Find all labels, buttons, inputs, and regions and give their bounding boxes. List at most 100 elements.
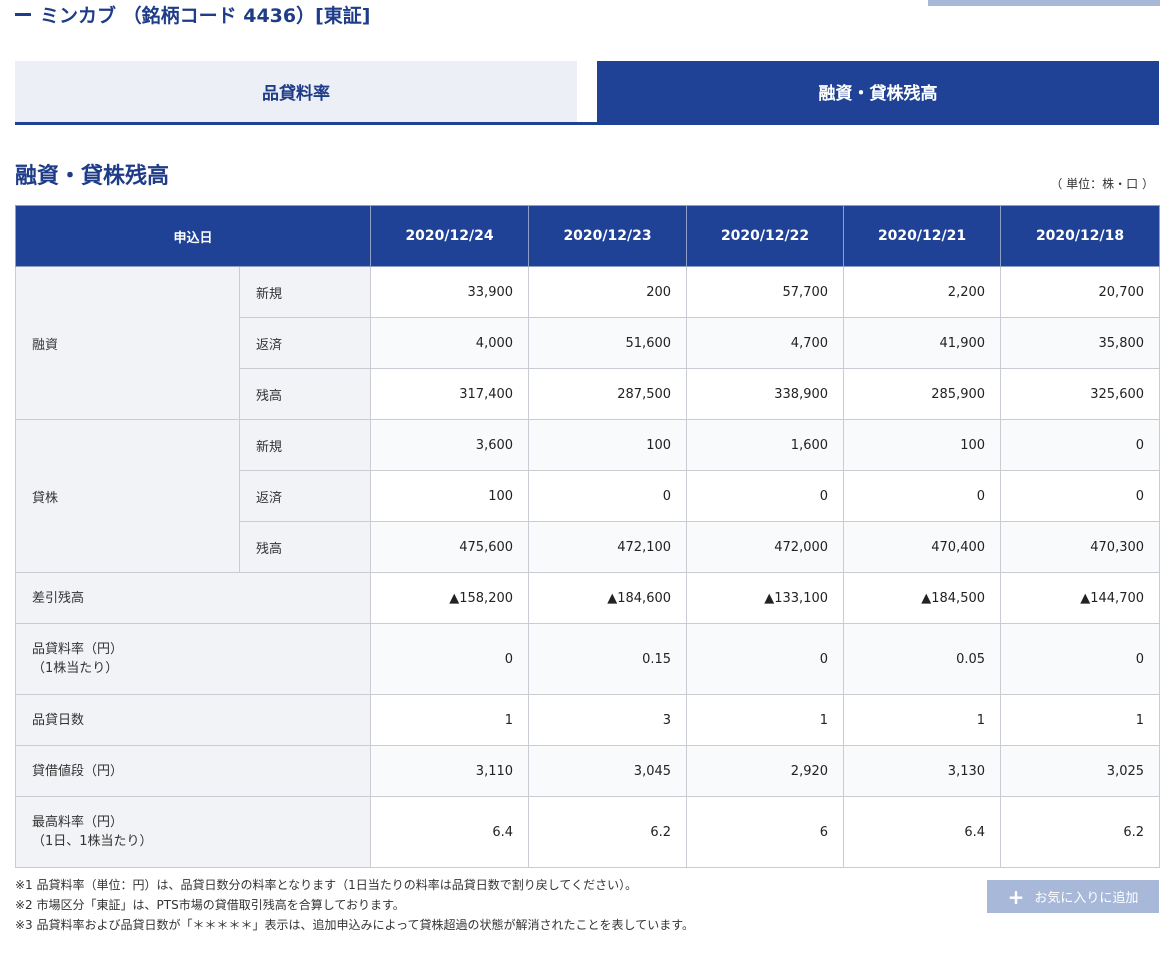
- top-strip: [928, 0, 1160, 6]
- table-row: 貸借値段（円） 3,110 3,045 2,920 3,130 3,025: [14, 745, 1161, 797]
- table-cell-value: ▲158,200: [370, 572, 530, 624]
- tab-bar: 品貸料率 融資・貸株残高: [15, 61, 1159, 125]
- table-cell-value: 6.4: [843, 796, 1002, 868]
- row-label-line: 品貸料率（円）: [32, 642, 124, 657]
- table-cell-value: 3,045: [528, 745, 688, 797]
- row-sub-label: 返済: [238, 317, 372, 369]
- table-cell-value: 2,920: [686, 745, 845, 797]
- group-label: 貸株: [15, 419, 240, 573]
- table-cell-value: ▲144,700: [1000, 572, 1161, 624]
- header-date: 2020/12/21: [843, 205, 1002, 267]
- tab-lending-rate[interactable]: 品貸料率: [15, 61, 577, 122]
- table-cell-value: 57,700: [686, 266, 845, 318]
- table-cell-value: 3,600: [370, 419, 530, 471]
- footnote: ※2 市場区分「東証」は、PTS市場の貸借取引残高を合算しております。: [15, 898, 405, 912]
- row-sub-label: 新規: [238, 419, 372, 471]
- row-sub-label: 残高: [238, 521, 372, 573]
- plus-icon: +: [1007, 884, 1025, 909]
- add-favorite-label: お気に入りに追加: [1034, 891, 1139, 906]
- table-cell-value: 100: [528, 419, 688, 471]
- table-cell-value: 475,600: [370, 521, 530, 573]
- table-cell-value: 0: [1000, 470, 1161, 522]
- table-cell-value: 1,600: [686, 419, 845, 471]
- table-cell-value: 0: [1000, 419, 1161, 471]
- table-cell-value: 33,900: [370, 266, 530, 318]
- footnote: ※1 品貸料率（単位：円）は、品貸日数分の料率となります（1日当たりの料率は品貸…: [15, 878, 638, 892]
- group-label: 融資: [15, 266, 240, 420]
- header-date: 2020/12/24: [370, 205, 530, 267]
- table-cell-value: 100: [843, 419, 1002, 471]
- row-label: 品貸日数: [14, 694, 372, 746]
- header-date: 2020/12/22: [686, 205, 845, 267]
- table-cell-value: 1: [843, 694, 1002, 746]
- table-cell-value: 4,700: [686, 317, 845, 369]
- table-cell-value: 1: [686, 694, 845, 746]
- table-cell-value: 0: [1000, 623, 1161, 695]
- table-cell-value: 100: [370, 470, 530, 522]
- table-cell-value: 470,400: [843, 521, 1002, 573]
- table-cell-value: 6.2: [528, 796, 688, 868]
- header-date: 2020/12/23: [528, 205, 688, 267]
- table-cell-value: 20,700: [1000, 266, 1161, 318]
- table-cell-value: ▲184,500: [843, 572, 1002, 624]
- row-label-line: 最高料率（円）: [32, 815, 124, 830]
- add-favorite-button[interactable]: + お気に入りに追加: [987, 880, 1159, 913]
- table-cell-value: 0: [370, 623, 530, 695]
- header-apply-date: 申込日: [14, 205, 372, 267]
- page-title-text: ミンカブ （銘柄コード 4436）[東証]: [40, 4, 371, 27]
- page-title: ミンカブ （銘柄コード 4436）[東証]: [15, 0, 370, 28]
- table-cell-value: 35,800: [1000, 317, 1161, 369]
- table-cell-value: 325,600: [1000, 368, 1161, 420]
- row-sub-label: 返済: [238, 470, 372, 522]
- table-cell-value: 6: [686, 796, 845, 868]
- table-cell-value: 0.05: [843, 623, 1002, 695]
- table-cell-value: 51,600: [528, 317, 688, 369]
- table-cell-value: 200: [528, 266, 688, 318]
- row-label: 品貸料率（円） （1株当たり）: [14, 623, 372, 695]
- unit-note: （ 単位：株・口 ）: [1050, 177, 1154, 191]
- table-row: 差引残高 ▲158,200 ▲184,600 ▲133,100 ▲184,500 ▲144…: [14, 572, 1161, 624]
- table-cell-value: 6.4: [370, 796, 530, 868]
- row-sub-label: 新規: [238, 266, 372, 318]
- table-cell-value: 1: [370, 694, 530, 746]
- table-cell-value: 0: [843, 470, 1002, 522]
- row-sub-label: 残高: [238, 368, 372, 420]
- row-label: 貸借値段（円）: [14, 745, 372, 797]
- footnote: ※3 品貸料率および品貸日数が「＊＊＊＊＊」表示は、追加申込みによって貸株超過の…: [15, 918, 694, 932]
- row-label-line: 品貸日数: [32, 712, 85, 728]
- table-cell-value: 1: [1000, 694, 1161, 746]
- table-row: 貸株 新規 3,600 100 1,600 100 0: [15, 419, 1161, 573]
- section-title: 融資・貸株残高: [15, 164, 170, 189]
- title-bar-icon: [15, 12, 31, 16]
- table-cell-value: 470,300: [1000, 521, 1161, 573]
- table-cell-value: 6.2: [1000, 796, 1161, 868]
- table-cell-value: 287,500: [528, 368, 688, 420]
- table-cell-value: ▲184,600: [528, 572, 688, 624]
- header-date: 2020/12/18: [1000, 205, 1161, 267]
- table-cell-value: 0: [686, 470, 845, 522]
- table-cell-value: 0: [528, 470, 688, 522]
- table-cell-value: 338,900: [686, 368, 845, 420]
- row-label-line: （1日、1株当たり）: [32, 834, 153, 849]
- footnotes: ※1 品貸料率（単位：円）は、品貸日数分の料率となります（1日当たりの料率は品貸…: [15, 875, 694, 935]
- table-cell-value: 472,100: [528, 521, 688, 573]
- table-cell-value: 285,900: [843, 368, 1002, 420]
- table-cell-value: 2,200: [843, 266, 1002, 318]
- table-cell-value: ▲133,100: [686, 572, 845, 624]
- table-cell-value: 317,400: [370, 368, 530, 420]
- table-cell-value: 3: [528, 694, 688, 746]
- table-row: 品貸料率（円） （1株当たり） 0 0.15 0 0.05 0: [14, 623, 1161, 695]
- table-cell-value: 3,025: [1000, 745, 1161, 797]
- table-cell-value: 0: [686, 623, 845, 695]
- table-row: 最高料率（円） （1日、1株当たり） 6.4 6.2 6 6.4 6.2: [14, 796, 1161, 868]
- balance-table: 申込日 2020/12/24 2020/12/23 2020/12/22 202…: [14, 205, 1161, 868]
- row-label-line: 差引残高: [32, 590, 85, 606]
- row-label-line: （1株当たり）: [32, 661, 119, 676]
- table-cell-value: 3,130: [843, 745, 1002, 797]
- table-header-row: 申込日 2020/12/24 2020/12/23 2020/12/22 202…: [14, 205, 1161, 267]
- table-cell-value: 0.15: [528, 623, 688, 695]
- table-cell-value: 4,000: [370, 317, 530, 369]
- tab-margin-balance[interactable]: 融資・貸株残高: [597, 61, 1159, 122]
- table-cell-value: 3,110: [370, 745, 530, 797]
- row-label-line: 貸借値段（円）: [32, 763, 124, 779]
